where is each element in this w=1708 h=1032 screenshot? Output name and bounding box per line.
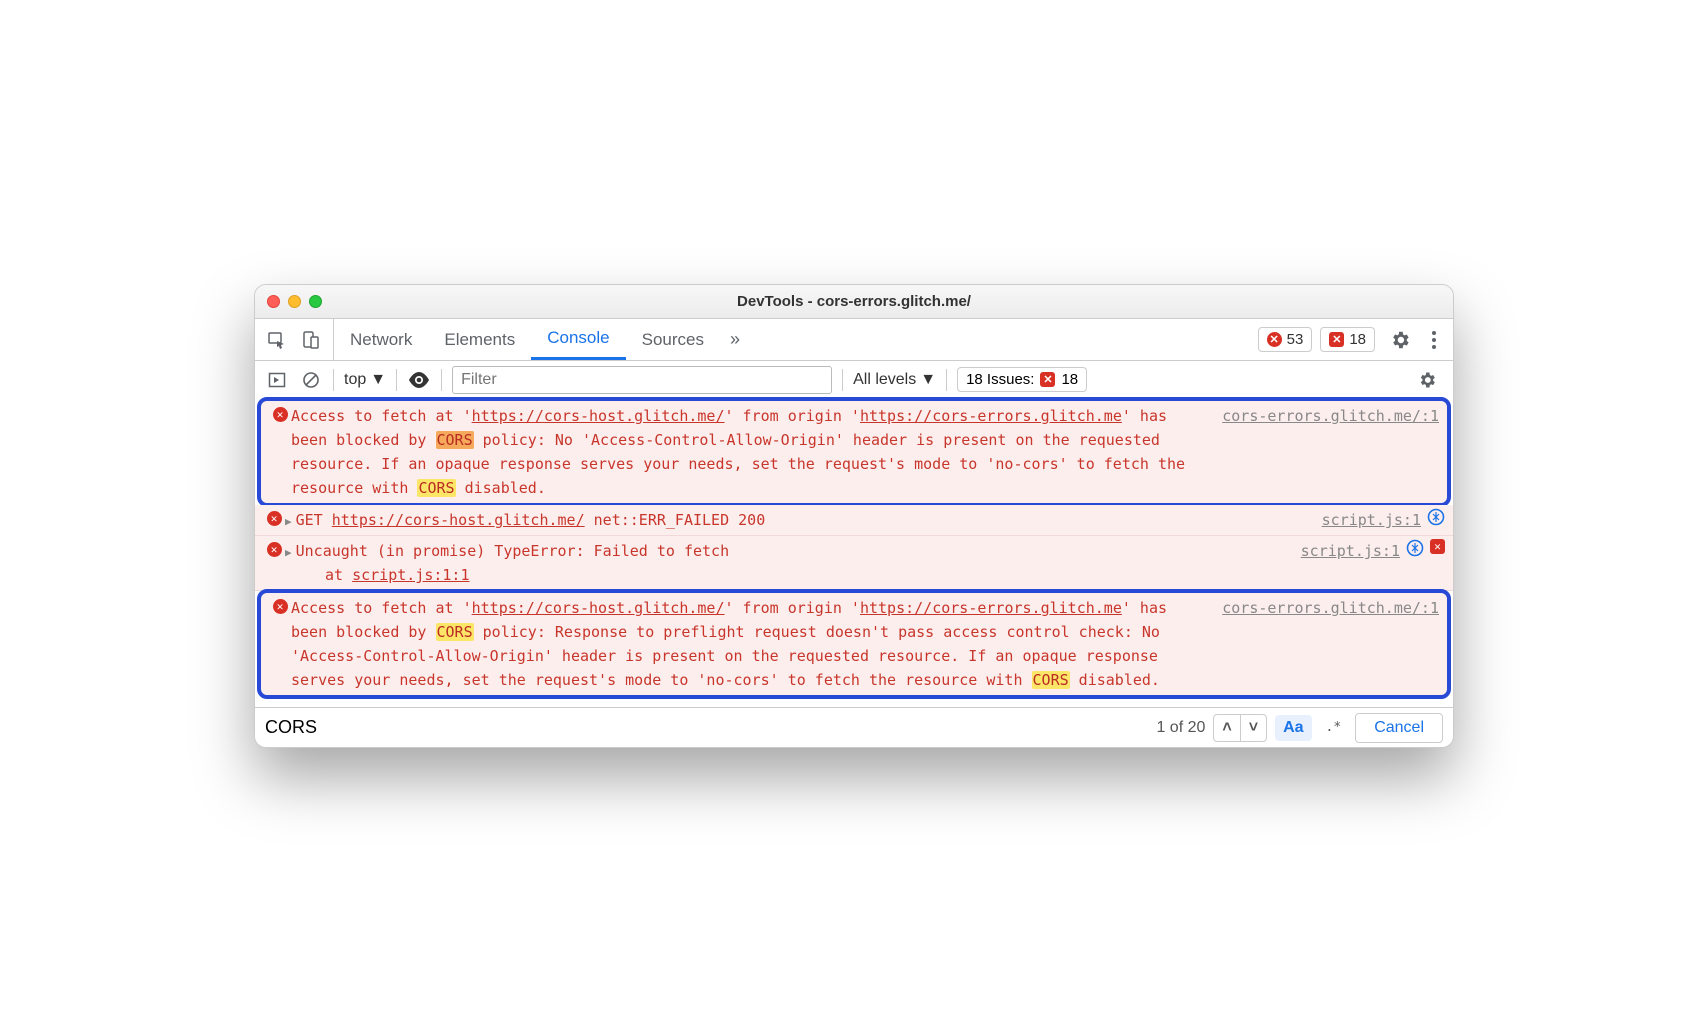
error-icon: ✕	[267, 542, 282, 557]
tab-elements[interactable]: Elements	[428, 319, 531, 360]
chevron-down-icon: ▼	[920, 371, 936, 389]
tab-console[interactable]: Console	[531, 319, 625, 360]
search-count: 1 of 20	[1156, 719, 1205, 737]
live-expression-icon[interactable]	[407, 368, 431, 392]
issues-count-badge[interactable]: ✕ 18	[1320, 327, 1375, 352]
settings-gear-icon[interactable]	[1383, 329, 1417, 351]
devtools-window: DevTools - cors-errors.glitch.me/ Networ…	[254, 284, 1454, 748]
message-text: Access to fetch at 'https://cors-host.gl…	[291, 596, 1212, 692]
close-window-button[interactable]	[267, 295, 280, 308]
issues-count: 18	[1349, 331, 1366, 348]
toggle-device-icon[interactable]	[299, 328, 323, 352]
inspect-element-icon[interactable]	[265, 328, 289, 352]
match-case-button[interactable]: Aa	[1275, 715, 1311, 741]
message-text: GET https://cors-host.glitch.me/ net::ER…	[285, 508, 1312, 532]
minimize-window-button[interactable]	[288, 295, 301, 308]
source-link[interactable]: script.js:1	[1291, 539, 1400, 587]
issue-icon[interactable]: ✕	[1430, 539, 1445, 554]
message-text: Access to fetch at 'https://cors-host.gl…	[291, 404, 1212, 500]
window-title: DevTools - cors-errors.glitch.me/	[267, 293, 1441, 310]
toggle-sidebar-icon[interactable]	[265, 368, 289, 392]
cancel-button[interactable]: Cancel	[1355, 713, 1443, 743]
link[interactable]: https://cors-host.glitch.me/	[472, 599, 725, 617]
link[interactable]: https://cors-errors.glitch.me	[860, 407, 1122, 425]
link[interactable]: https://cors-host.glitch.me/	[472, 407, 725, 425]
console-row[interactable]: ✕Access to fetch at 'https://cors-host.g…	[257, 589, 1451, 699]
source-link[interactable]: script.js:1	[1312, 508, 1421, 532]
issue-icon: ✕	[1040, 372, 1055, 387]
search-nav: ˄ ˅	[1213, 714, 1267, 742]
device-toolbar	[255, 319, 334, 360]
console-messages: ✕Access to fetch at 'https://cors-host.g…	[255, 397, 1453, 699]
console-row[interactable]: ✕GET https://cors-host.glitch.me/ net::E…	[255, 505, 1453, 536]
link[interactable]: https://cors-host.glitch.me/	[332, 511, 585, 529]
source-link[interactable]: cors-errors.glitch.me/:1	[1212, 596, 1439, 692]
more-tabs-button[interactable]: »	[720, 319, 750, 360]
refresh-icon[interactable]	[1406, 539, 1424, 557]
issues-button[interactable]: 18 Issues: ✕ 18	[957, 367, 1087, 392]
search-bar: 1 of 20 ˄ ˅ Aa .* Cancel	[255, 707, 1453, 747]
zoom-window-button[interactable]	[309, 295, 322, 308]
titlebar: DevTools - cors-errors.glitch.me/	[255, 285, 1453, 319]
link[interactable]: https://cors-errors.glitch.me	[860, 599, 1122, 617]
chevron-down-icon: ▼	[370, 371, 386, 389]
issue-icon: ✕	[1329, 332, 1344, 347]
log-levels-selector[interactable]: All levels▼	[853, 371, 936, 389]
search-prev-button[interactable]: ˄	[1214, 715, 1240, 741]
refresh-icon[interactable]	[1427, 508, 1445, 526]
error-icon: ✕	[273, 599, 288, 614]
link[interactable]: script.js:1:1	[352, 566, 469, 584]
more-options-icon[interactable]	[1425, 330, 1443, 350]
context-selector[interactable]: top▼	[344, 371, 386, 389]
search-next-button[interactable]: ˅	[1241, 715, 1266, 741]
window-controls	[267, 295, 322, 308]
regex-button[interactable]: .*	[1320, 716, 1348, 739]
source-link[interactable]: cors-errors.glitch.me/:1	[1212, 404, 1439, 500]
console-toolbar: top▼ All levels▼ 18 Issues: ✕ 18	[255, 361, 1453, 399]
error-count: 53	[1287, 331, 1304, 348]
clear-console-icon[interactable]	[299, 368, 323, 392]
console-settings-icon[interactable]	[1411, 370, 1443, 390]
console-row[interactable]: ✕Access to fetch at 'https://cors-host.g…	[257, 397, 1451, 507]
error-icon: ✕	[267, 511, 282, 526]
console-row[interactable]: ✕Uncaught (in promise) TypeError: Failed…	[255, 536, 1453, 591]
tab-network[interactable]: Network	[334, 319, 428, 360]
search-input[interactable]	[265, 717, 1148, 738]
error-count-badge[interactable]: ✕ 53	[1258, 327, 1313, 352]
filter-input[interactable]	[452, 366, 832, 394]
message-text: Uncaught (in promise) TypeError: Failed …	[285, 539, 1291, 587]
error-icon: ✕	[1267, 332, 1282, 347]
main-tabs: Network Elements Console Sources » ✕ 53 …	[255, 319, 1453, 361]
tab-sources[interactable]: Sources	[626, 319, 720, 360]
error-icon: ✕	[273, 407, 288, 422]
